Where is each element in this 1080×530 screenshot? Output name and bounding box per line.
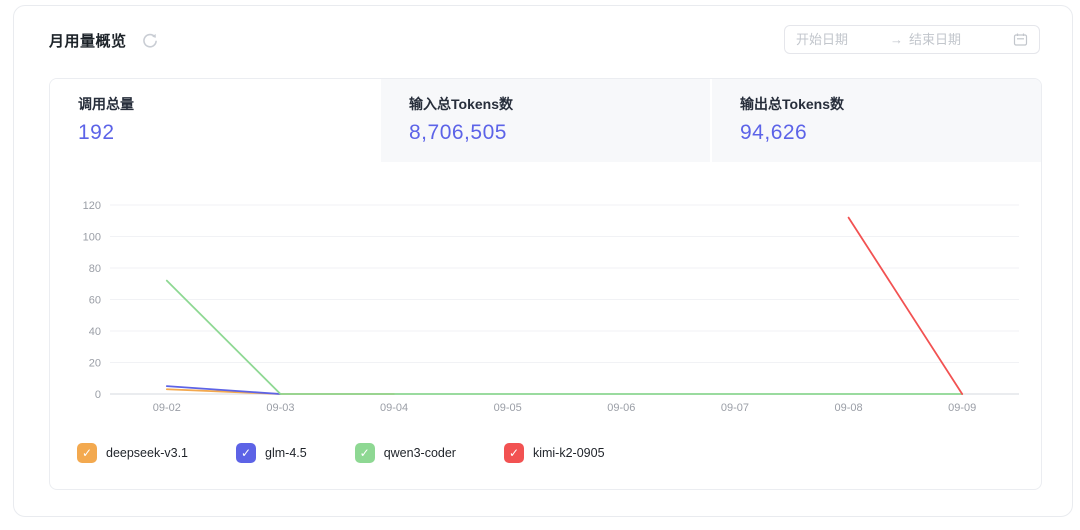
checkbox-checked-icon: ✓ [236, 443, 257, 463]
stat-label: 输出总Tokens数 [740, 96, 844, 112]
page-title: 月用量概览 [49, 33, 127, 50]
stat-value: 192 [78, 121, 115, 144]
y-tick-label: 60 [89, 295, 101, 307]
legend-item-deepseek[interactable]: ✓ deepseek-v3.1 [77, 443, 188, 463]
checkbox-checked-icon: ✓ [77, 443, 97, 463]
start-date-input[interactable] [796, 32, 884, 47]
x-tick-label: 09-06 [607, 402, 635, 414]
monthly-usage-card: 月用量概览 → 调用总量 192 输入总Tokens数 [13, 5, 1073, 517]
x-tick-label: 09-07 [721, 402, 749, 414]
date-range-picker[interactable]: → [784, 25, 1040, 54]
x-tick-label: 09-02 [153, 402, 181, 414]
chart-legend: ✓ deepseek-v3.1 ✓ glm-4.5 ✓ qwen3-coder … [77, 443, 605, 463]
usage-panel: 调用总量 192 输入总Tokens数 8,706,505 输出总Tokens数… [49, 78, 1042, 490]
legend-item-qwen[interactable]: ✓ qwen3-coder [354, 443, 456, 463]
stat-value: 8,706,505 [409, 121, 507, 144]
range-arrow-icon: → [890, 32, 903, 47]
end-date-input[interactable] [909, 32, 997, 47]
y-tick-label: 100 [83, 232, 101, 244]
y-tick-label: 80 [89, 263, 101, 275]
x-tick-label: 09-08 [834, 402, 862, 414]
stat-label: 输入总Tokens数 [409, 96, 513, 112]
x-tick-label: 09-04 [380, 402, 408, 414]
series-line-deepseek-v3.1 [165, 388, 395, 395]
stat-value: 94,626 [740, 121, 808, 144]
legend-label: qwen3-coder [383, 446, 456, 460]
series-line-glm-4.5 [165, 385, 282, 395]
checkbox-checked-icon: ✓ [503, 443, 524, 463]
x-tick-label: 09-03 [266, 402, 294, 414]
y-tick-label: 20 [89, 358, 101, 370]
checkbox-checked-icon: ✓ [354, 443, 375, 463]
tab-output-tokens[interactable]: 输出总Tokens数 94,626 [710, 79, 1041, 162]
y-tick-label: 120 [83, 200, 101, 212]
series-line-kimi-k2-0905 [847, 216, 964, 395]
refresh-icon[interactable] [140, 31, 160, 51]
legend-item-kimi[interactable]: ✓ kimi-k2-0905 [503, 443, 605, 463]
calendar-icon[interactable] [1013, 32, 1028, 47]
tab-input-tokens[interactable]: 输入总Tokens数 8,706,505 [379, 79, 710, 162]
y-tick-label: 0 [95, 389, 101, 401]
tab-total-calls[interactable]: 调用总量 192 [50, 79, 379, 162]
series-line-qwen3-coder [165, 279, 964, 395]
legend-label: glm-4.5 [265, 446, 307, 460]
stat-tabs: 调用总量 192 输入总Tokens数 8,706,505 输出总Tokens数… [50, 79, 1041, 162]
legend-label: kimi-k2-0905 [532, 446, 605, 460]
x-tick-label: 09-09 [948, 402, 976, 414]
x-tick-label: 09-05 [494, 402, 522, 414]
stat-label: 调用总量 [78, 96, 134, 112]
y-tick-label: 40 [89, 326, 101, 338]
legend-item-glm[interactable]: ✓ glm-4.5 [236, 443, 307, 463]
legend-label: deepseek-v3.1 [106, 446, 189, 460]
